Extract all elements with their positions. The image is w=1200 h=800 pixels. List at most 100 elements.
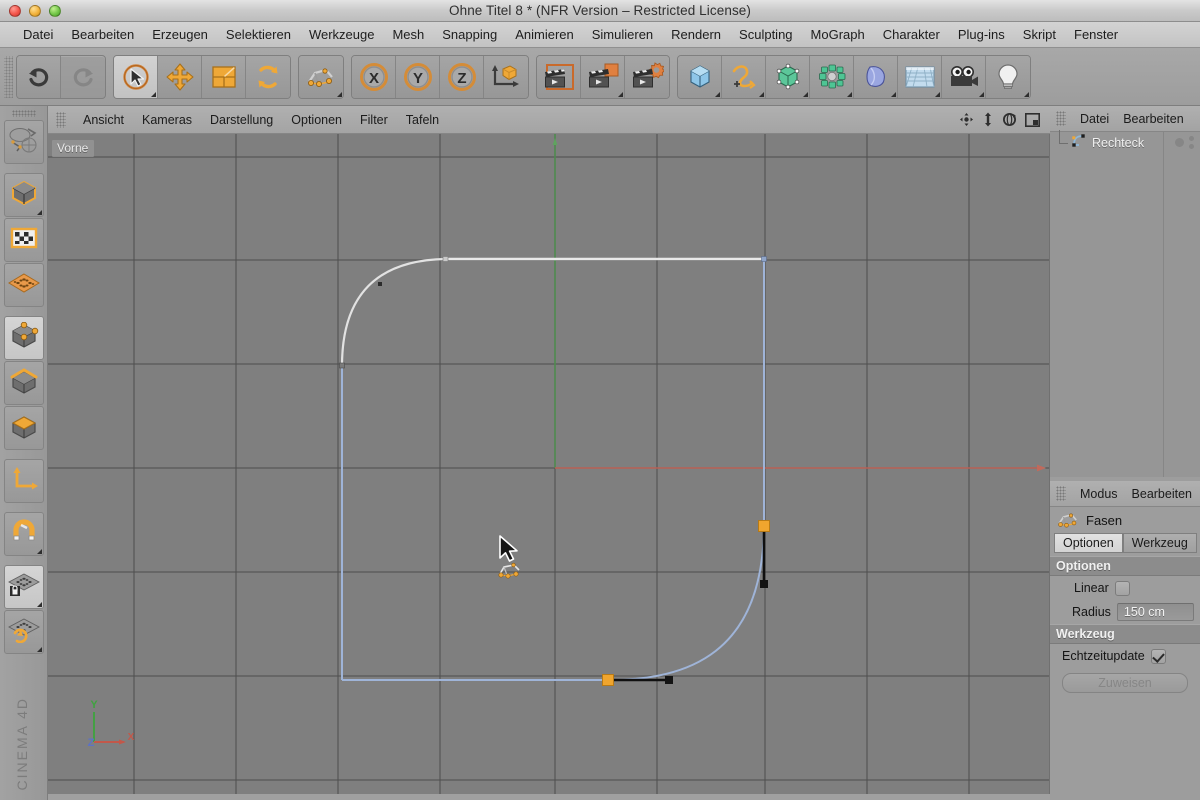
coordinate-system-button[interactable] [484,55,528,98]
object-manager-menu-bearbeiten[interactable]: Bearbeiten [1116,111,1190,127]
render-settings-button[interactable] [625,55,669,98]
render-visibility-dot-icon[interactable] [1189,144,1194,149]
viewport-menu-filter[interactable]: Filter [351,111,397,129]
tab-optionen[interactable]: Optionen [1054,533,1123,553]
viewport-grip-icon[interactable] [56,111,66,128]
modeling-object-button[interactable] [810,55,854,98]
spline-flyout-icon[interactable] [759,91,764,97]
lock-z-axis-button[interactable]: Z [440,55,484,98]
object-row-rechteck[interactable]: Rechteck [1050,130,1200,154]
nurbs-flyout-icon[interactable] [803,91,808,97]
menu-werkzeuge[interactable]: Werkzeuge [300,25,384,44]
deformer-button[interactable] [854,55,898,98]
zoom-window-button[interactable] [49,5,61,17]
viewport-menu-kameras[interactable]: Kameras [133,111,201,129]
points-mode-button[interactable] [3,316,44,360]
render-flyout-icon[interactable] [618,91,623,97]
scene-flyout-icon[interactable] [935,91,940,97]
magnet-flyout-icon[interactable] [36,549,42,554]
nurbs-button[interactable] [766,55,810,98]
input-radius[interactable]: 150 cm [1116,603,1194,621]
menu-snapping[interactable]: Snapping [433,25,506,44]
editor-visibility-dot-icon[interactable] [1189,136,1194,141]
move-tool-button[interactable] [158,55,202,98]
menu-fenster[interactable]: Fenster [1065,25,1127,44]
camera-flyout-icon[interactable] [979,91,984,97]
menu-skript[interactable]: Skript [1014,25,1065,44]
lock-x-axis-button[interactable]: X [352,55,396,98]
menu-erzeugen[interactable]: Erzeugen [143,25,217,44]
pan-icon[interactable] [959,112,974,127]
menu-datei[interactable]: Datei [14,25,62,44]
viewport-front[interactable]: Vorne Y Z X [48,134,1050,794]
axis-mode-button[interactable] [3,459,44,503]
spline-button[interactable] [722,55,766,98]
undo-button[interactable] [17,55,61,98]
workplane-mode-button[interactable] [3,263,44,307]
attribute-manager-menu-modus[interactable]: Modus [1073,486,1125,502]
object-manager-menu-datei[interactable]: Datei [1073,111,1116,127]
bevel-tool-flyout-icon[interactable] [337,91,342,97]
render-view-button[interactable] [537,55,581,98]
row-echtzeitupdate[interactable]: Echtzeitupdate [1050,644,1200,668]
row-radius[interactable]: Radius 150 cm [1050,600,1200,624]
magnet-tool-button[interactable] [3,512,44,556]
light-flyout-icon[interactable] [1024,91,1029,97]
checkbox-linear[interactable] [1114,580,1130,596]
menu-plugins[interactable]: Plug-ins [949,25,1014,44]
model-mode-flyout-icon[interactable] [36,210,42,215]
select-tool-flyout-icon[interactable] [151,91,156,97]
polygons-mode-button[interactable] [3,406,44,450]
deformer-flyout-icon[interactable] [891,91,896,97]
menu-charakter[interactable]: Charakter [874,25,949,44]
checkbox-echtzeitupdate[interactable] [1150,648,1166,664]
object-manager[interactable]: Rechteck [1050,130,1200,477]
light-button[interactable] [986,55,1030,98]
viewport-menu-ansicht[interactable]: Ansicht [74,111,133,129]
menu-simulieren[interactable]: Simulieren [583,25,662,44]
toolbar-grip-icon[interactable] [4,55,13,98]
primitive-flyout-icon[interactable] [715,91,720,97]
menu-mesh[interactable]: Mesh [383,25,433,44]
select-tool-button[interactable] [114,55,158,98]
rotate-tool-button[interactable] [246,55,290,98]
viewport-menu-tafeln[interactable]: Tafeln [397,111,448,129]
scene-object-button[interactable] [898,55,942,98]
object-render-dot-icon[interactable] [1175,138,1184,147]
minimize-window-button[interactable] [29,5,41,17]
redo-button[interactable] [61,55,105,98]
left-toolbar-grip-icon[interactable] [11,110,36,117]
row-linear[interactable]: Linear [1050,576,1200,600]
scale-tool-button[interactable] [202,55,246,98]
modeling-flyout-icon[interactable] [847,91,852,97]
workplane-align-button[interactable] [3,610,44,654]
menu-selektieren[interactable]: Selektieren [217,25,300,44]
tab-werkzeug[interactable]: Werkzeug [1122,533,1197,553]
workplane-lock-button[interactable] [3,565,44,609]
render-picture-viewer-button[interactable] [581,55,625,98]
object-visibility-toggles[interactable] [1189,136,1194,149]
orbit-icon[interactable] [1002,112,1017,127]
lock-y-axis-button[interactable]: Y [396,55,440,98]
workplane-align-flyout-icon[interactable] [36,647,42,652]
primitive-cube-button[interactable] [678,55,722,98]
make-editable-button[interactable] [3,120,44,164]
menu-animieren[interactable]: Animieren [506,25,583,44]
dolly-icon[interactable] [982,112,994,127]
maximize-view-icon[interactable] [1025,112,1040,127]
object-visibility-dots[interactable] [1175,136,1194,149]
menu-sculpting[interactable]: Sculpting [730,25,801,44]
edges-mode-button[interactable] [3,361,44,405]
attribute-manager-menu-bearbeiten[interactable]: Bearbeiten [1125,486,1199,502]
model-mode-button[interactable] [3,173,44,217]
object-manager-grip-icon[interactable] [1056,111,1066,126]
bevel-tool-button[interactable] [299,55,343,98]
menu-rendern[interactable]: Rendern [662,25,730,44]
attribute-manager-grip-icon[interactable] [1056,486,1066,501]
viewport-menu-optionen[interactable]: Optionen [282,111,351,129]
viewport-menu-darstellung[interactable]: Darstellung [201,111,282,129]
close-window-button[interactable] [9,5,21,17]
workplane-lock-flyout-icon[interactable] [36,602,42,607]
menu-bearbeiten[interactable]: Bearbeiten [62,25,143,44]
camera-button[interactable] [942,55,986,98]
